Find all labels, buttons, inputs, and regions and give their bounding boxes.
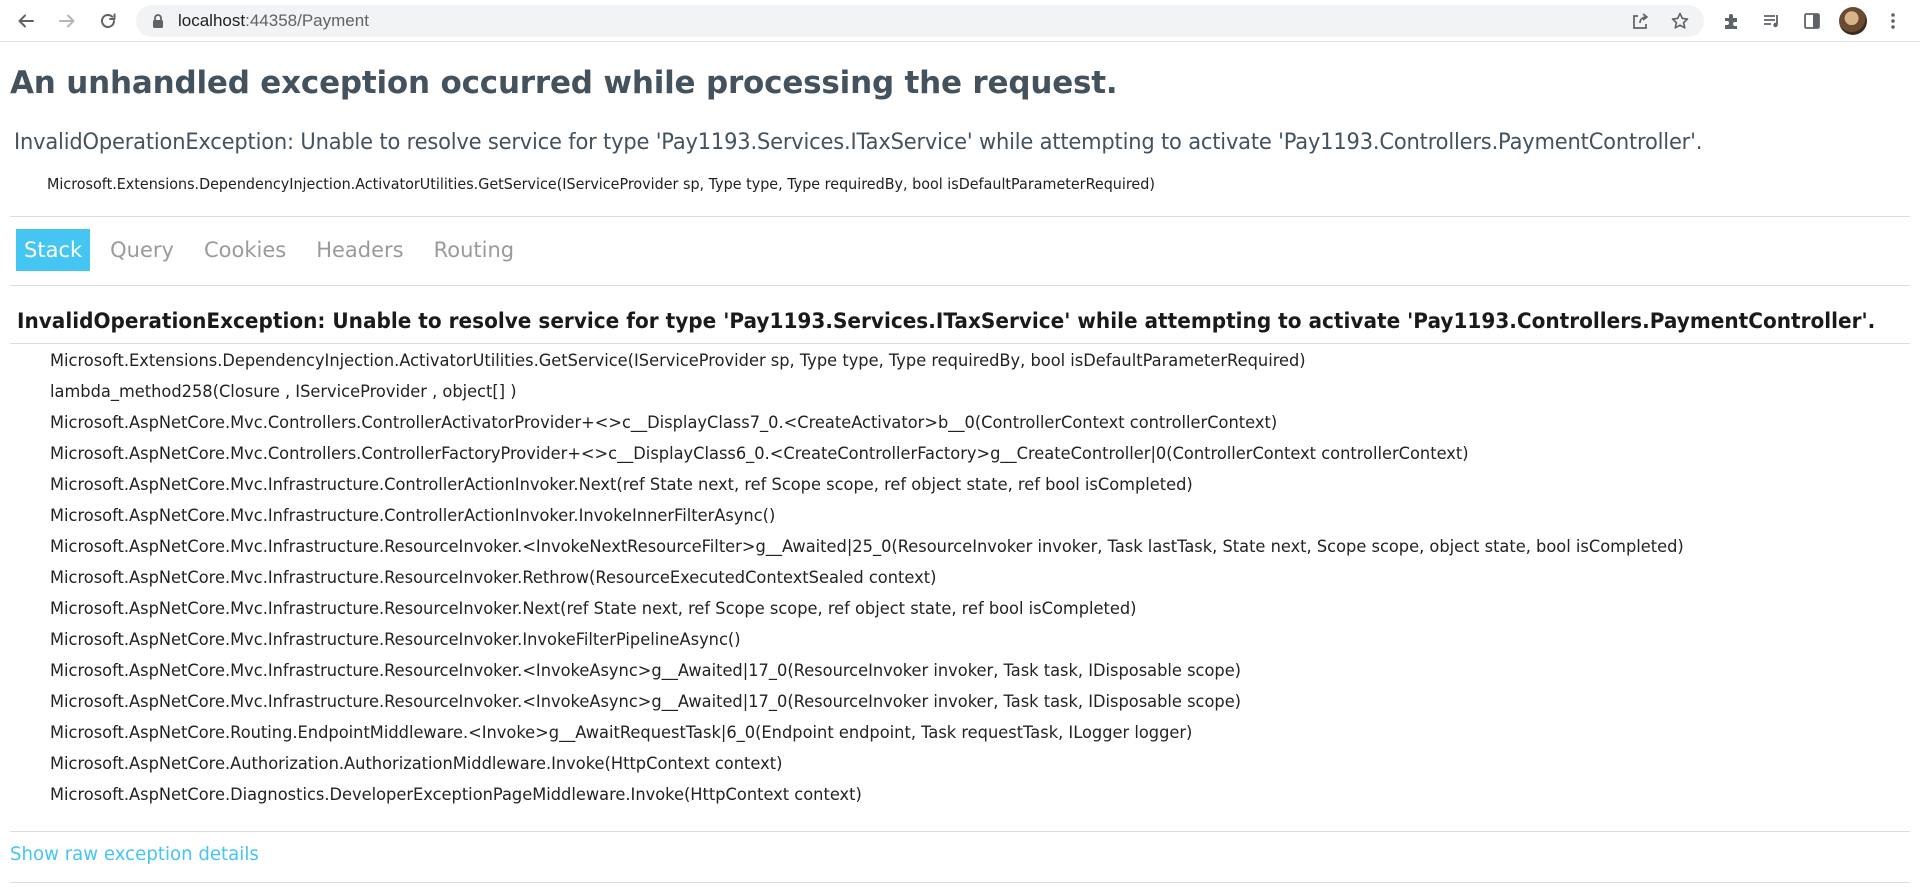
address-bar[interactable]: localhost:44358/Payment xyxy=(136,5,1704,37)
divider xyxy=(10,831,1910,832)
url-port-path: :44358/Payment xyxy=(245,11,369,30)
browser-menu-button[interactable] xyxy=(1881,9,1905,33)
extensions-button[interactable] xyxy=(1720,9,1744,33)
puzzle-icon xyxy=(1725,14,1737,29)
url-host: localhost xyxy=(178,11,246,30)
tab-headers[interactable]: Headers xyxy=(306,229,413,271)
divider xyxy=(10,882,1910,883)
tab-query[interactable]: Query xyxy=(100,229,184,271)
stack-frame[interactable]: Microsoft.AspNetCore.Mvc.Infrastructure.… xyxy=(50,470,1684,501)
arrow-right-icon xyxy=(59,14,75,28)
show-raw-exception-link[interactable]: Show raw exception details xyxy=(10,843,259,865)
divider xyxy=(10,285,1910,286)
browser-toolbar: localhost:44358/Payment xyxy=(0,0,1920,42)
stack-frame[interactable]: Microsoft.AspNetCore.Routing.EndpointMid… xyxy=(50,718,1684,749)
error-tabs: Stack Query Cookies Headers Routing xyxy=(16,229,534,271)
tab-stack[interactable]: Stack xyxy=(16,229,91,271)
profile-avatar[interactable] xyxy=(1839,7,1867,35)
page-title: An unhandled exception occurred while pr… xyxy=(10,65,1118,101)
stack-frame[interactable]: Microsoft.AspNetCore.Authorization.Autho… xyxy=(50,749,1684,780)
media-button[interactable] xyxy=(1760,9,1784,33)
exception-summary: InvalidOperationException: Unable to res… xyxy=(14,130,1703,155)
stack-frame[interactable]: Microsoft.AspNetCore.Mvc.Infrastructure.… xyxy=(50,656,1684,687)
share-icon xyxy=(1633,13,1648,29)
side-panel-icon xyxy=(1804,13,1820,29)
stack-frame[interactable]: Microsoft.AspNetCore.Mvc.Infrastructure.… xyxy=(50,625,1684,656)
stack-heading: InvalidOperationException: Unable to res… xyxy=(17,309,1876,333)
side-panel-button[interactable] xyxy=(1800,9,1824,33)
stack-frame[interactable]: Microsoft.AspNetCore.Mvc.Controllers.Con… xyxy=(50,439,1684,470)
stack-frame[interactable]: Microsoft.AspNetCore.Mvc.Infrastructure.… xyxy=(50,563,1684,594)
bookmark-button[interactable] xyxy=(1670,11,1690,31)
divider xyxy=(10,216,1910,217)
stack-frame-list: Microsoft.Extensions.DependencyInjection… xyxy=(50,346,1761,811)
stack-frame[interactable]: Microsoft.AspNetCore.Mvc.Infrastructure.… xyxy=(50,532,1684,563)
tab-cookies[interactable]: Cookies xyxy=(194,229,296,271)
exception-location: Microsoft.Extensions.DependencyInjection… xyxy=(47,175,1155,193)
kebab-menu-icon xyxy=(1891,13,1895,29)
reload-icon xyxy=(101,13,116,28)
stack-frame[interactable]: Microsoft.AspNetCore.Mvc.Controllers.Con… xyxy=(50,408,1684,439)
divider xyxy=(10,343,1910,344)
tab-routing[interactable]: Routing xyxy=(424,229,525,271)
url-text[interactable]: localhost:44358/Payment xyxy=(178,5,369,37)
forward-button[interactable] xyxy=(53,7,81,35)
arrow-left-icon xyxy=(18,14,34,28)
reload-button[interactable] xyxy=(94,7,122,35)
stack-frame[interactable]: Microsoft.AspNetCore.Mvc.Infrastructure.… xyxy=(50,594,1684,625)
share-button[interactable] xyxy=(1630,11,1650,31)
back-button[interactable] xyxy=(12,7,40,35)
stack-frame[interactable]: Microsoft.AspNetCore.Mvc.Infrastructure.… xyxy=(50,501,1684,532)
stack-frame[interactable]: Microsoft.AspNetCore.Mvc.Infrastructure.… xyxy=(50,687,1684,718)
stack-frame[interactable]: lambda_method258(Closure , IServiceProvi… xyxy=(50,377,1684,408)
stack-frame[interactable]: Microsoft.Extensions.DependencyInjection… xyxy=(50,346,1684,377)
lock-icon[interactable] xyxy=(150,13,166,29)
star-icon xyxy=(1671,12,1689,29)
media-queue-icon xyxy=(1764,15,1778,28)
stack-frame[interactable]: Microsoft.AspNetCore.Diagnostics.Develop… xyxy=(50,780,1684,811)
